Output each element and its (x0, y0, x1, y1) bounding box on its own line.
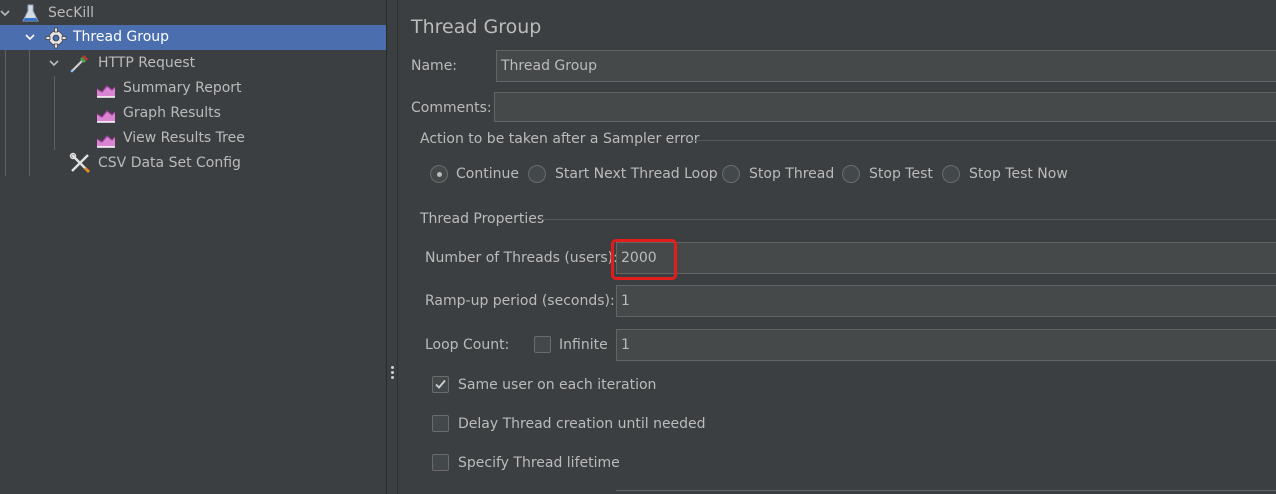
delay-thread-checkbox[interactable] (432, 415, 449, 432)
rampup-label: Ramp-up period (seconds): (425, 293, 615, 309)
threads-label: Number of Threads (users): (425, 250, 618, 266)
section-divider (541, 219, 1276, 220)
radio-stop-thread[interactable] (722, 165, 740, 183)
thread-lifetime-label[interactable]: Specify Thread lifetime (458, 455, 620, 471)
grip-dot (391, 376, 394, 379)
tree-item-csv-data-set-config[interactable]: CSV Data Set Config (0, 151, 386, 176)
delay-thread-label[interactable]: Delay Thread creation until needed (458, 416, 706, 432)
same-user-label[interactable]: Same user on each iteration (458, 377, 656, 393)
radio-start-next-thread-loop[interactable] (528, 165, 546, 183)
tree-item-thread-group[interactable]: Thread Group (0, 25, 386, 50)
radio-stop-test-now-label[interactable]: Stop Test Now (969, 166, 1068, 182)
thread-group-panel: Thread Group Name: Thread Group Comments… (399, 0, 1276, 494)
name-label: Name: (411, 58, 458, 74)
tree-item-summary-report[interactable]: Summary Report (0, 76, 386, 101)
radio-start-next-thread-loop-label[interactable]: Start Next Thread Loop (555, 166, 718, 182)
thread-lifetime-checkbox[interactable] (432, 454, 449, 471)
same-user-checkbox[interactable] (432, 376, 449, 393)
comments-label: Comments: (411, 100, 492, 116)
graph-icon (95, 104, 117, 126)
chevron-down-icon[interactable] (0, 7, 13, 21)
tree-item-label: HTTP Request (98, 55, 196, 71)
wrench-icon (69, 152, 91, 174)
radio-selected-dot (437, 172, 442, 177)
flask-icon (20, 3, 42, 25)
infinite-checkbox[interactable] (534, 336, 551, 353)
infinite-label[interactable]: Infinite (559, 337, 608, 353)
loop-count-field[interactable]: 1 (616, 329, 1276, 361)
tree-item-view-results-tree[interactable]: View Results Tree (0, 126, 386, 151)
threads-highlight-box (611, 239, 677, 280)
radio-stop-thread-label[interactable]: Stop Thread (749, 166, 834, 182)
graph-icon (95, 79, 117, 101)
tree-item-label: CSV Data Set Config (98, 155, 241, 171)
radio-continue-label[interactable]: Continue (456, 166, 519, 182)
checkmark-icon (435, 379, 446, 389)
name-field[interactable]: Thread Group (496, 50, 1276, 82)
comments-field[interactable] (494, 92, 1276, 122)
tree-item-label: Summary Report (123, 80, 242, 96)
tree-item-label: View Results Tree (123, 130, 245, 146)
tree-item-graph-results[interactable]: Graph Results (0, 101, 386, 126)
radio-continue[interactable] (430, 165, 448, 183)
tree-item-label: Graph Results (123, 105, 221, 121)
tree-item-http-request[interactable]: HTTP Request (0, 51, 386, 76)
graph-icon (95, 129, 117, 151)
section-divider (691, 140, 1276, 141)
radio-stop-test-now[interactable] (942, 165, 960, 183)
grip-dot (391, 366, 394, 369)
rampup-field[interactable]: 1 (616, 285, 1276, 317)
loop-count-label: Loop Count: (425, 337, 510, 353)
page-title: Thread Group (411, 16, 542, 38)
chevron-down-icon[interactable] (48, 57, 62, 71)
thread-properties-legend: Thread Properties (420, 211, 545, 227)
split-pane-divider[interactable] (386, 0, 398, 494)
test-plan-tree[interactable]: SecKill Thread Group HTTP Request Summar… (0, 0, 386, 494)
threads-field[interactable]: 2000 (616, 242, 1276, 274)
tree-item-label: Thread Group (73, 29, 170, 45)
chevron-down-icon[interactable] (24, 31, 38, 45)
tree-item-seckill[interactable]: SecKill (0, 1, 386, 26)
grip-dot (391, 371, 394, 374)
pipette-icon (69, 52, 91, 74)
sampler-error-legend: Action to be taken after a Sampler error (420, 131, 700, 147)
tree-item-label: SecKill (48, 5, 95, 21)
partial-field-edge (616, 490, 1276, 491)
radio-stop-test-label[interactable]: Stop Test (869, 166, 933, 182)
radio-stop-test[interactable] (842, 165, 860, 183)
gear-icon (45, 27, 67, 49)
